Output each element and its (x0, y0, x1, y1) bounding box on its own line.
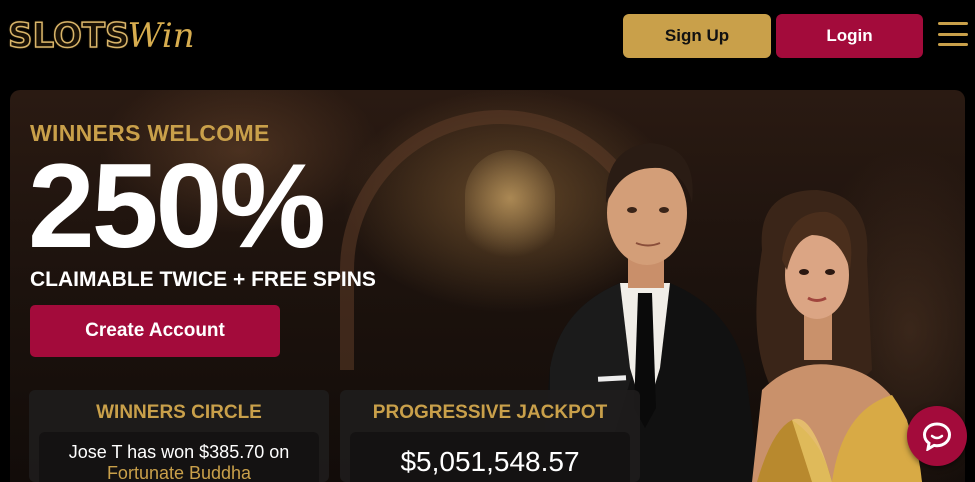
winner-message: Jose T has won $385.70 on (68, 442, 290, 462)
create-account-button[interactable]: Create Account (30, 305, 280, 357)
woman-in-gold-dress-image (752, 190, 922, 482)
chat-bubble-icon (922, 422, 952, 451)
jackpot-display: $5,051,548.57 (350, 432, 630, 482)
hamburger-menu-icon[interactable] (938, 22, 968, 46)
sign-up-button[interactable]: Sign Up (623, 14, 771, 58)
live-chat-button[interactable] (907, 406, 967, 466)
hero-banner: WINNERS WELCOME 250% CLAIMABLE TWICE + F… (10, 90, 965, 482)
progressive-jackpot-title: PROGRESSIVE JACKPOT (372, 402, 608, 423)
winners-circle-panel: WINNERS CIRCLE Jose T has won $385.70 on… (29, 390, 329, 482)
winners-circle-title: WINNERS CIRCLE (96, 402, 262, 423)
login-button[interactable]: Login (776, 14, 923, 58)
jackpot-amount: $5,051,548.57 (400, 446, 580, 477)
winner-game-link[interactable]: Fortunate Buddha (39, 463, 319, 482)
logo-text-slots: SLOTS (7, 15, 130, 57)
winner-text: Jose T has won $385.70 on Fortunate Budd… (39, 442, 319, 482)
menu-line (938, 22, 968, 25)
winner-ticker: Jose T has won $385.70 on Fortunate Budd… (39, 432, 319, 482)
menu-line (938, 43, 968, 46)
promo-subline: CLAIMABLE TWICE + FREE SPINS (30, 268, 376, 291)
bonus-percent: 250% (28, 139, 326, 273)
logo-text-win: Win (127, 16, 195, 56)
menu-line (938, 32, 968, 36)
top-navigation-bar: SLOTS Win Sign Up Login (0, 0, 975, 80)
progressive-jackpot-panel: PROGRESSIVE JACKPOT $5,051,548.57 (340, 390, 640, 482)
site-logo[interactable]: SLOTS Win (7, 10, 195, 57)
